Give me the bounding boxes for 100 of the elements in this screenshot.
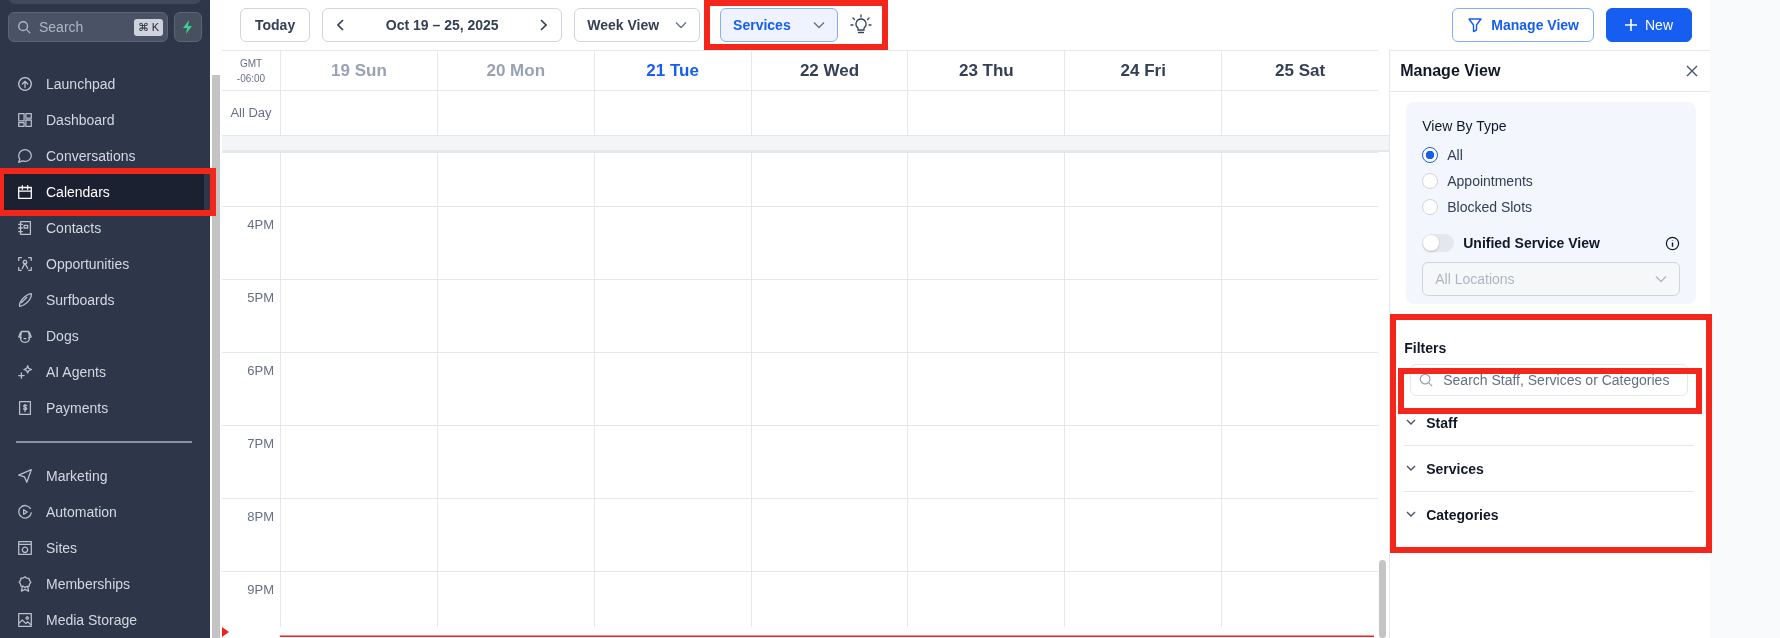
filter-group[interactable]: Categories (1404, 492, 1694, 537)
time-slot[interactable] (436, 352, 594, 425)
day-header[interactable]: 24 Fri (1120, 60, 1166, 81)
search-input[interactable]: Search Staff, Services or Categories (1441, 371, 1679, 389)
nav-item[interactable]: Payments (0, 390, 210, 426)
dashboard-icon (16, 111, 34, 129)
time-slot[interactable] (280, 206, 437, 279)
people-network-icon (16, 255, 34, 273)
close-icon[interactable] (1686, 65, 1698, 77)
time-slot[interactable] (1221, 352, 1378, 425)
lightning-icon (182, 20, 194, 34)
day-header[interactable]: 22 Wed (799, 60, 860, 81)
time-slot[interactable] (280, 425, 437, 498)
radio-button[interactable] (1422, 147, 1439, 163)
time-slot[interactable] (907, 152, 1065, 206)
search-field[interactable]: Search ⌘ K (8, 12, 168, 42)
time-slot[interactable] (593, 571, 751, 627)
time-slot[interactable] (593, 425, 751, 498)
nav-item[interactable]: Calendars (4, 174, 204, 210)
time-slot[interactable] (593, 498, 751, 571)
nav-item[interactable]: Surfboards (0, 282, 210, 318)
time-slot[interactable] (1064, 352, 1222, 425)
time-slot[interactable] (907, 498, 1065, 571)
manage-view-button[interactable]: Manage View (1452, 8, 1594, 42)
time-slot[interactable] (436, 425, 594, 498)
radio-label[interactable]: Appointments (1447, 173, 1533, 189)
time-slot[interactable] (1221, 498, 1378, 571)
new-button[interactable]: New (1606, 8, 1692, 42)
time-slot[interactable] (750, 498, 908, 571)
info-icon[interactable] (1665, 235, 1680, 251)
nav-item[interactable]: Marketing (0, 458, 210, 494)
time-slot[interactable] (280, 352, 437, 425)
time-slot[interactable] (1064, 279, 1222, 352)
time-slot[interactable] (1221, 425, 1378, 498)
scrollbar[interactable] (1379, 560, 1387, 638)
time-slot[interactable] (1064, 425, 1222, 498)
time-slot[interactable] (907, 206, 1065, 279)
time-slot[interactable] (1221, 206, 1378, 279)
search-input[interactable]: Search (37, 18, 128, 36)
nav-item[interactable]: AI Agents (0, 354, 210, 390)
time-slot[interactable] (750, 425, 908, 498)
filter-group[interactable]: Services (1404, 446, 1694, 492)
nav-item[interactable]: Opportunities (0, 246, 210, 282)
day-header[interactable]: 23 Thu (958, 60, 1014, 81)
time-slot[interactable] (750, 571, 908, 627)
chevron-right-icon[interactable] (539, 19, 548, 31)
time-slot[interactable] (436, 498, 594, 571)
hour-label: 9PM (247, 582, 274, 597)
today-button[interactable]: Today (240, 8, 311, 42)
nav-item[interactable]: Dogs (0, 318, 210, 354)
time-slot[interactable] (436, 206, 594, 279)
chevron-left-icon[interactable] (337, 19, 346, 31)
radio-label[interactable]: All (1447, 147, 1463, 163)
time-slot[interactable] (1221, 279, 1378, 352)
time-slot[interactable] (907, 571, 1065, 627)
nav-item[interactable]: Contacts (0, 210, 210, 246)
nav-item[interactable]: Conversations (0, 138, 210, 174)
nav-item[interactable]: Automation (0, 494, 210, 530)
filter-group[interactable]: Staff (1404, 400, 1694, 446)
nav-item[interactable]: Dashboard (0, 102, 210, 138)
time-slot[interactable] (1064, 498, 1222, 571)
radio-label[interactable]: Blocked Slots (1447, 199, 1533, 215)
time-slot[interactable] (593, 279, 751, 352)
timezone-offset: -06:00 (236, 71, 266, 86)
time-slot[interactable] (750, 279, 908, 352)
time-slot[interactable] (280, 571, 437, 627)
nav-item[interactable]: Launchpad (0, 66, 210, 102)
time-slot[interactable] (750, 206, 908, 279)
time-slot[interactable] (1221, 152, 1378, 206)
calendar-type-dropdown[interactable]: Services (720, 8, 839, 42)
nav-item[interactable]: Sites (0, 530, 210, 566)
time-slot[interactable] (593, 206, 751, 279)
time-slot[interactable] (436, 571, 594, 627)
time-slot[interactable] (593, 152, 751, 206)
view-dropdown[interactable]: Week View (574, 8, 701, 42)
nav-item[interactable]: Memberships (0, 566, 210, 602)
time-slot[interactable] (280, 279, 437, 352)
time-slot[interactable] (907, 352, 1065, 425)
time-slot[interactable] (1064, 571, 1222, 627)
time-slot[interactable] (1064, 206, 1222, 279)
search-field[interactable]: Search Staff, Services or Categories (1410, 364, 1688, 396)
scrollbar[interactable] (210, 75, 222, 638)
time-slot[interactable] (750, 352, 908, 425)
time-slot[interactable] (436, 152, 594, 206)
time-slot[interactable] (593, 352, 751, 425)
date-range-picker[interactable]: Oct 19 – 25, 2025 (322, 8, 563, 42)
time-slot[interactable] (907, 425, 1065, 498)
time-slot[interactable] (280, 498, 437, 571)
time-slot[interactable] (1221, 571, 1378, 627)
time-slot[interactable] (750, 152, 908, 206)
quick-action-button[interactable] (174, 12, 202, 42)
time-slot[interactable] (280, 152, 437, 206)
time-slot[interactable] (907, 279, 1065, 352)
nav-item[interactable]: Media Storage (0, 602, 210, 638)
time-slot[interactable] (1064, 152, 1222, 206)
day-header[interactable]: 25 Sat (1275, 60, 1326, 81)
toggle-switch[interactable] (1422, 234, 1455, 252)
lightbulb-icon[interactable] (850, 14, 873, 36)
day-header[interactable]: 21 Tue (646, 60, 699, 81)
time-slot[interactable] (436, 279, 594, 352)
